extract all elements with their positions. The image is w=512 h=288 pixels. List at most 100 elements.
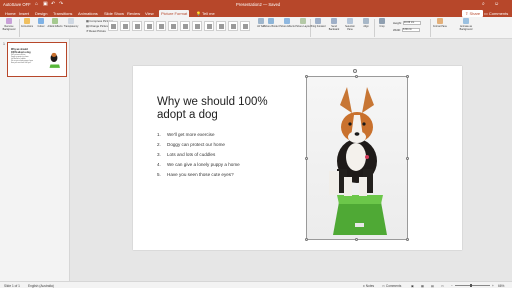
- tab-view[interactable]: View: [145, 11, 154, 16]
- transparency-button[interactable]: Transparency: [63, 18, 79, 28]
- picture-effects-button[interactable]: Picture Effects: [279, 18, 295, 28]
- slide-number: 1: [3, 42, 5, 46]
- resize-handle[interactable]: [406, 75, 409, 78]
- send-backward-button[interactable]: Send Backward: [326, 18, 342, 31]
- share-button[interactable]: ⇪ Share: [462, 9, 484, 17]
- resize-handle[interactable]: [355, 238, 358, 241]
- powerpoint-window: AutoSave OFF ⌂ ▣ ↶ ↷ Presentation2 — Sav…: [0, 0, 512, 288]
- height-input[interactable]: 10.06 cm: [402, 21, 421, 26]
- bullet-list[interactable]: 1. We'll get more exercise 2. Doggy can pr…: [157, 130, 240, 180]
- tab-home[interactable]: Home: [5, 11, 16, 16]
- slide-editing-canvas: Why we should 100% adopt a dog 1. We'll g…: [71, 39, 512, 281]
- home-icon[interactable]: ⌂: [35, 1, 38, 8]
- list-item: 5. Have you seen those cute eyes?: [157, 172, 234, 178]
- animate-as-background-icon: [463, 18, 469, 24]
- notes-button[interactable]: ≡ Notes: [363, 284, 374, 288]
- resize-handle[interactable]: [406, 157, 409, 160]
- zoom-level[interactable]: 66%: [498, 284, 504, 288]
- crop-icon: [379, 18, 385, 24]
- slide-title[interactable]: Why we should 100% adopt a dog: [157, 96, 277, 122]
- picture-layout-icon: [300, 18, 306, 24]
- picture-style-5[interactable]: [156, 21, 166, 31]
- account-icon[interactable]: ☺: [494, 1, 499, 8]
- ribbon-picture-format: Remove Background Corrections Colour Art…: [0, 17, 512, 39]
- picture-style-3[interactable]: [132, 21, 142, 31]
- animate-as-background-button[interactable]: Animate as Background: [458, 18, 474, 31]
- picture-style-2[interactable]: [120, 21, 130, 31]
- tab-design[interactable]: Design: [35, 11, 47, 16]
- artistic-effects-button[interactable]: Artistic Effects: [47, 18, 63, 28]
- change-picture-button[interactable]: ▤ Change Picture: [86, 24, 109, 28]
- picture-style-11[interactable]: [228, 21, 238, 31]
- ribbon-tabs: Home Insert Design Transitions Animation…: [0, 9, 512, 17]
- crop-button[interactable]: Crop: [374, 18, 390, 28]
- title-bar: AutoSave OFF ⌂ ▣ ↶ ↷ Presentation2 — Sav…: [0, 0, 512, 9]
- autosave-toggle[interactable]: AutoSave OFF: [3, 2, 31, 7]
- height-field[interactable]: Height: 10.06 cm: [393, 21, 421, 26]
- comments-button[interactable]: ▭ Comments: [484, 11, 508, 16]
- resize-handle[interactable]: [305, 238, 308, 241]
- tab-insert[interactable]: Insert: [19, 11, 29, 16]
- zoom-slider-thumb[interactable]: [470, 283, 472, 287]
- language-status[interactable]: English (Australia): [28, 284, 54, 288]
- picture-layout-button[interactable]: Picture Layout: [295, 18, 311, 28]
- dog-picture[interactable]: [306, 76, 408, 240]
- tab-picture-format[interactable]: Picture Format: [159, 9, 190, 17]
- resize-handle[interactable]: [305, 157, 308, 160]
- resize-handle[interactable]: [305, 75, 308, 78]
- reading-view-icon[interactable]: ▤: [431, 284, 434, 288]
- picture-style-4[interactable]: [144, 21, 154, 31]
- save-icon[interactable]: ▣: [43, 1, 48, 8]
- comments-status-button[interactable]: ▭ Comments: [382, 284, 401, 288]
- bring-forward-button[interactable]: Bring Forward: [310, 18, 326, 28]
- picture-style-6[interactable]: [168, 21, 178, 31]
- document-title: Presentation2 — Saved: [236, 2, 281, 7]
- ribbon-divider: [430, 19, 431, 37]
- selection-pane-button[interactable]: Selection Pane: [342, 18, 358, 31]
- picture-style-1[interactable]: [108, 21, 118, 31]
- reset-picture-button[interactable]: ↺ Reset Picture: [86, 29, 106, 33]
- tab-transitions[interactable]: Transitions: [53, 11, 72, 16]
- slide-thumbnail-panel: 1 Why we should 100% adopt a dog We'll g…: [0, 39, 70, 281]
- rotate-handle[interactable]: [353, 69, 357, 73]
- list-item: 3. Lots and lots of cuddles: [157, 152, 216, 158]
- dog-on-stool-image: [329, 87, 387, 235]
- thumbnail-title: Why we should 100% adopt a dog: [11, 49, 31, 54]
- send-backward-icon: [331, 18, 337, 24]
- picture-style-9[interactable]: [204, 21, 214, 31]
- format-pane-button[interactable]: Format Pane: [432, 18, 448, 28]
- redo-icon[interactable]: ↷: [59, 1, 63, 8]
- slide[interactable]: Why we should 100% adopt a dog 1. We'll g…: [133, 66, 462, 250]
- picture-style-7[interactable]: [180, 21, 190, 31]
- slideshow-view-icon[interactable]: ▭: [441, 284, 444, 288]
- list-item: 1. We'll get more exercise: [157, 132, 215, 137]
- normal-view-icon[interactable]: ▣: [411, 284, 414, 288]
- search-icon[interactable]: ⌕: [482, 1, 485, 8]
- picture-style-12[interactable]: [240, 21, 250, 31]
- selection-pane-icon: [347, 18, 353, 24]
- remove-background-icon: [6, 18, 12, 24]
- tab-review[interactable]: Review: [127, 11, 140, 16]
- undo-icon[interactable]: ↶: [51, 1, 55, 8]
- zoom-slider-track[interactable]: [455, 285, 490, 286]
- bring-forward-icon: [315, 18, 321, 24]
- slide-sorter-icon[interactable]: ▦: [421, 284, 424, 288]
- resize-handle[interactable]: [355, 75, 358, 78]
- zoom-out-icon[interactable]: −: [451, 284, 453, 288]
- tab-slide-show[interactable]: Slide Show: [104, 11, 124, 16]
- resize-handle[interactable]: [406, 238, 409, 241]
- picture-border-button[interactable]: Picture Border: [263, 18, 279, 28]
- colour-icon: [38, 18, 44, 24]
- slide-thumbnail[interactable]: Why we should 100% adopt a dog We'll get…: [7, 42, 67, 77]
- tab-tell-me[interactable]: 💡 Tell me: [196, 11, 215, 16]
- align-button[interactable]: Align: [358, 18, 374, 28]
- list-item: 4. We can give a lonely puppy a home: [157, 162, 240, 168]
- width-field[interactable]: Width: 6.36 cm: [393, 28, 420, 33]
- width-input[interactable]: 6.36 cm: [401, 28, 420, 33]
- picture-style-8[interactable]: [192, 21, 202, 31]
- picture-border-icon: [268, 18, 274, 24]
- remove-background-button[interactable]: Remove Background: [1, 18, 17, 31]
- zoom-in-icon[interactable]: +: [492, 284, 494, 288]
- picture-style-10[interactable]: [216, 21, 226, 31]
- tab-animations[interactable]: Animations: [78, 11, 98, 16]
